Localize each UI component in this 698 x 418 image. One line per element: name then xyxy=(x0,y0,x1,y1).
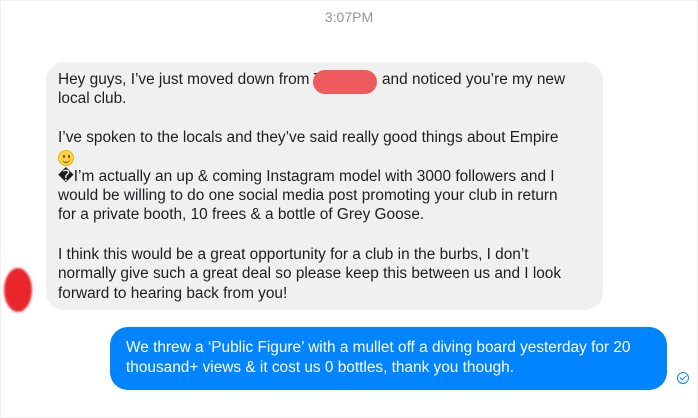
outgoing-message-line: We threw a ‘Public Figure’ with a mullet… xyxy=(126,339,631,356)
message-timestamp: 3:07PM xyxy=(324,9,374,25)
sender-avatar[interactable] xyxy=(4,268,32,312)
incoming-message-line: local club. xyxy=(58,90,127,107)
incoming-message-line: I’ve spoken to the locals and they’ve sa… xyxy=(58,129,559,146)
incoming-message-line: forward to hearing back from you! xyxy=(58,285,288,302)
incoming-message-line: would be willing to do one social media … xyxy=(58,187,558,204)
incoming-message-line: normally give such a great deal so pleas… xyxy=(58,265,562,282)
outgoing-message-line: thousand+ views & it cost us 0 bottles, … xyxy=(126,359,514,376)
seen-check-icon xyxy=(677,372,689,384)
incoming-message-line: Hey guys, I’ve just moved down from T xyxy=(58,71,323,88)
incoming-message-line: I think this would be a great opportunit… xyxy=(58,246,529,263)
redaction-mark xyxy=(313,70,377,94)
incoming-message-line: �I’m actually an up & coming Instagram m… xyxy=(58,168,555,185)
slightly-smiling-face-icon xyxy=(58,150,74,166)
outgoing-message-bubble[interactable]: We threw a ‘Public Figure’ with a mullet… xyxy=(110,327,667,390)
incoming-message-line: for a private booth, 10 frees & a bottle… xyxy=(58,206,425,223)
incoming-message-line: and noticed you’re my new xyxy=(382,71,566,88)
